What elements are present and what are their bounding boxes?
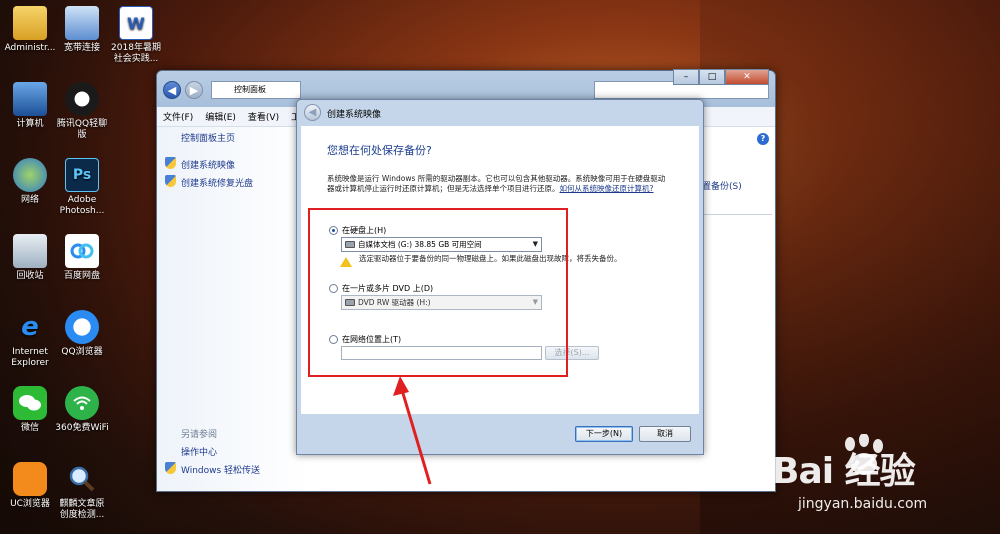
sidebar-link-repair-disc[interactable]: 创建系统修复光盘 <box>181 176 253 189</box>
watermark-logo-text: Bai 经验 <box>772 451 916 492</box>
close-button[interactable]: ✕ <box>725 69 769 85</box>
desktop-icon-360-wifi[interactable]: 360免费WiFi <box>52 386 112 434</box>
baidu-netdisk-icon <box>65 234 99 268</box>
desktop-icon-computer[interactable]: 计算机 <box>0 82 60 130</box>
desktop-icon-label: QQ浏览器 <box>61 347 103 357</box>
recycle-bin-icon <box>13 234 47 268</box>
dialog-back-button[interactable]: ◀ <box>304 104 321 121</box>
forward-button[interactable]: ▶ <box>185 81 203 99</box>
dialog-footer: 下一步(N) 取消 <box>297 414 703 454</box>
window-controls: – □ ✕ <box>673 69 769 85</box>
desktop-icon-baidu-netdisk[interactable]: 百度网盘 <box>52 234 112 282</box>
help-icon[interactable]: ? <box>757 133 769 145</box>
menu-view[interactable]: 查看(V) <box>248 110 279 123</box>
desktop-icon-label: 百度网盘 <box>63 271 100 281</box>
desktop-icon-qq-browser[interactable]: QQ浏览器 <box>52 310 112 358</box>
desktop-icon-label: 麒麟文章原 创度检测... <box>59 499 105 520</box>
desktop-icon-label: Internet Explorer <box>11 347 49 368</box>
desktop-icon-label: 网络 <box>20 195 39 205</box>
dialog-heading: 您想在何处保存备份? <box>327 144 432 157</box>
desktop-icon-label: 计算机 <box>16 119 44 129</box>
setup-backup-link[interactable]: 置备份(S) <box>702 179 742 192</box>
qq-browser-icon <box>65 310 99 344</box>
desktop-icon-network[interactable]: 网络 <box>0 158 60 206</box>
back-button[interactable]: ◀ <box>163 81 181 99</box>
watermark-url: jingyan.baidu.com <box>798 496 928 512</box>
divider <box>702 214 772 215</box>
shield-icon <box>165 175 176 187</box>
wifi-icon <box>65 386 99 420</box>
wechat-icon <box>13 386 47 420</box>
desktop-icon-label: 宽带连接 <box>63 43 100 53</box>
desktop-icon-label: Administr... <box>4 43 56 53</box>
menu-edit[interactable]: 编辑(E) <box>205 110 236 123</box>
shield-icon <box>165 462 176 474</box>
desktop-icon-label: 2018年暑期 社会实践... <box>111 43 161 64</box>
desktop-icon-wechat[interactable]: 微信 <box>0 386 60 434</box>
dialog-title: 创建系统映像 <box>327 110 382 120</box>
desktop-icon-label: UC浏览器 <box>10 499 50 509</box>
address-text: 控制面板 <box>234 85 266 94</box>
desktop-icon-word-document[interactable]: W 2018年暑期 社会实践... <box>106 6 166 65</box>
uc-browser-icon <box>13 462 47 496</box>
see-also-heading: 另请参阅 <box>181 430 218 440</box>
next-button[interactable]: 下一步(N) <box>575 426 633 442</box>
desktop-icon-label: 回收站 <box>16 271 44 281</box>
desktop-icon-label: Adobe Photosh... <box>59 195 105 216</box>
network-connection-icon <box>65 6 99 40</box>
shield-icon <box>165 157 176 169</box>
desktop-icon-label: 360免费WiFi <box>55 423 109 433</box>
desktop-icon-recycle-bin[interactable]: 回收站 <box>0 234 60 282</box>
desktop-icon-article-checker[interactable]: 麒麟文章原 创度检测... <box>52 462 112 521</box>
dialog-titlebar: ◀ 创建系统映像 <box>297 100 703 126</box>
folder-icon <box>13 6 47 40</box>
sidebar-link-create-image[interactable]: 创建系统映像 <box>181 158 235 171</box>
maximize-button[interactable]: □ <box>699 69 725 85</box>
address-bar[interactable]: 控制面板 <box>211 81 301 99</box>
sidebar-link-easy-transfer[interactable]: Windows 轻松传送 <box>181 463 260 476</box>
desktop-icon-broadband[interactable]: 宽带连接 <box>52 6 112 54</box>
desktop-icon-photoshop[interactable]: Ps Adobe Photosh... <box>52 158 112 217</box>
desktop-icon-label: 腾讯QQ轻聊 版 <box>56 119 108 140</box>
minimize-button[interactable]: – <box>673 69 699 85</box>
computer-icon <box>13 82 47 116</box>
desktop-icon-internet-explorer[interactable]: e Internet Explorer <box>0 310 60 369</box>
sidebar-link-action-center[interactable]: 操作中心 <box>181 445 217 458</box>
magnifier-icon <box>65 462 99 496</box>
desktop-icon-label: 微信 <box>20 423 39 433</box>
annotation-highlight-box <box>308 208 568 377</box>
desktop-icon-qq[interactable]: 腾讯QQ轻聊 版 <box>52 82 112 141</box>
sidebar-link-home[interactable]: 控制面板主页 <box>181 131 235 144</box>
word-icon: W <box>119 6 153 40</box>
globe-icon <box>13 158 47 192</box>
menu-file[interactable]: 文件(F) <box>163 110 193 123</box>
desktop-icon-administrator[interactable]: Administr... <box>0 6 60 54</box>
cancel-button[interactable]: 取消 <box>639 426 691 442</box>
control-panel-sidebar: 控制面板主页 创建系统映像 创建系统修复光盘 另请参阅 操作中心 Windows… <box>157 127 307 491</box>
photoshop-icon: Ps <box>65 158 99 192</box>
desktop-icon-uc-browser[interactable]: UC浏览器 <box>0 462 60 510</box>
restore-help-link[interactable]: 如何从系统映像还原计算机? <box>560 184 654 193</box>
dialog-description: 系统映像是运行 Windows 所需的驱动器副本。它也可以包含其他驱动器。系统映… <box>327 174 667 193</box>
qq-penguin-icon <box>65 82 99 116</box>
ie-icon: e <box>21 311 39 342</box>
baidu-jingyan-watermark: Bai 经验 jingyan.baidu.com <box>768 434 1000 534</box>
annotation-arrow-icon <box>393 376 432 485</box>
